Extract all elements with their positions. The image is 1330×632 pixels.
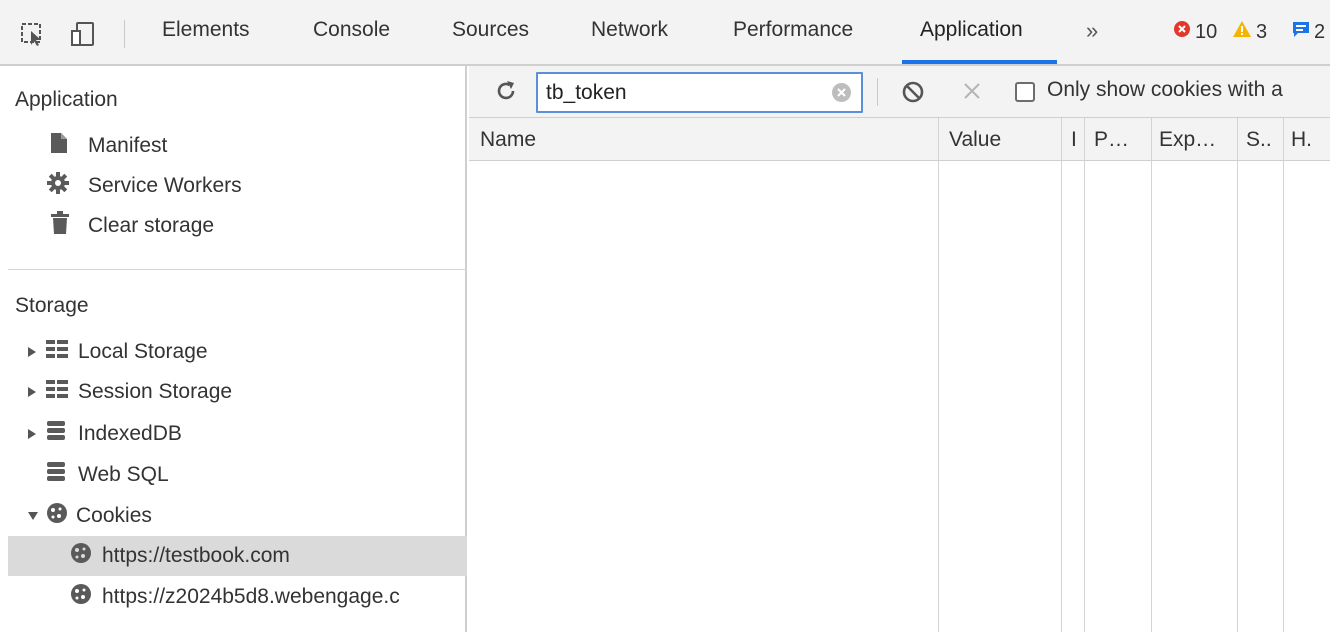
only-show-issues-label: Only show cookies with a: [1047, 78, 1283, 101]
only-show-issues-checkbox[interactable]: [1015, 82, 1035, 102]
cookie-icon: [70, 583, 102, 611]
storage-section-title: Storage: [15, 294, 89, 317]
sidebar-item-cookie-webengage[interactable]: https://z2024b5d8.webengage.c: [8, 577, 467, 617]
sidebar-item-label: Clear storage: [88, 214, 215, 237]
tab-sources[interactable]: Sources: [452, 18, 529, 42]
column-header-httponly[interactable]: H.: [1291, 128, 1312, 152]
filter-input[interactable]: [546, 79, 826, 107]
delete-selected-icon[interactable]: [962, 81, 982, 107]
sidebar-item-cookies[interactable]: Cookies: [8, 496, 467, 536]
sidebar-item-manifest[interactable]: Manifest: [8, 126, 467, 166]
filter-box: [536, 72, 863, 113]
sidebar-item-service-workers[interactable]: Service Workers: [8, 166, 467, 206]
column-header-size[interactable]: S..: [1246, 128, 1272, 152]
table-header: Name Value I P… Exp… S.. H.: [469, 118, 1330, 161]
warning-icon: [1232, 20, 1252, 44]
active-tab-indicator: [902, 60, 1057, 64]
message-count: 2: [1314, 20, 1326, 43]
sidebar-item-label: Manifest: [88, 134, 168, 157]
tab-console[interactable]: Console: [313, 18, 390, 42]
expand-arrow-icon[interactable]: [28, 347, 36, 357]
collapse-arrow-icon[interactable]: [28, 512, 38, 520]
expand-arrow-icon[interactable]: [28, 387, 36, 397]
sidebar-item-web-sql[interactable]: Web SQL: [8, 455, 467, 495]
database-icon: [46, 461, 78, 489]
cookie-icon: [70, 542, 102, 570]
sidebar-item-label: IndexedDB: [78, 422, 182, 445]
column-header-value[interactable]: Value: [949, 128, 1001, 152]
file-icon: [50, 132, 88, 160]
sidebar-item-clear-storage[interactable]: Clear storage: [8, 206, 467, 246]
cookie-icon: [46, 502, 76, 530]
sidebar-item-label: Session Storage: [78, 380, 233, 403]
section-divider: [8, 269, 467, 270]
sidebar-item-cookie-testbook[interactable]: https://testbook.com: [8, 536, 467, 576]
toolbar-separator: [124, 20, 125, 48]
error-count-badge[interactable]: 10: [1173, 20, 1217, 44]
application-section-title: Application: [15, 88, 118, 111]
sidebar-item-local-storage[interactable]: Local Storage: [8, 332, 467, 372]
column-divider[interactable]: [938, 118, 939, 632]
sidebar-item-session-storage[interactable]: Session Storage: [8, 372, 467, 412]
more-tabs-button[interactable]: »: [1086, 18, 1098, 44]
cookies-toolbar: Only show cookies with a: [469, 66, 1330, 118]
toolbar-separator: [877, 78, 878, 106]
gear-icon: [46, 171, 88, 201]
column-divider[interactable]: [1283, 118, 1284, 632]
table-icon: [46, 340, 78, 364]
sidebar-item-label: Web SQL: [78, 463, 169, 486]
expand-arrow-icon[interactable]: [28, 429, 36, 439]
column-divider[interactable]: [1084, 118, 1085, 632]
column-header-path[interactable]: P…: [1094, 128, 1129, 152]
cookies-table: Name Value I P… Exp… S.. H.: [469, 118, 1330, 632]
column-divider[interactable]: [1061, 118, 1062, 632]
clear-all-icon[interactable]: [901, 80, 925, 110]
devtools-tab-bar: Elements Console Sources Network Perform…: [0, 0, 1330, 66]
sidebar-item-label: https://testbook.com: [102, 544, 290, 567]
error-count: 10: [1195, 20, 1218, 43]
tab-application[interactable]: Application: [920, 18, 1023, 42]
column-header-domain[interactable]: I: [1071, 128, 1077, 152]
cookies-panel: Only show cookies with a Name Value I P……: [469, 66, 1330, 632]
column-divider[interactable]: [1237, 118, 1238, 632]
sidebar-item-label: Local Storage: [78, 340, 208, 363]
refresh-icon[interactable]: [494, 79, 518, 109]
tab-network[interactable]: Network: [591, 18, 668, 42]
application-sidebar: Application Manifest Service Workers Cle…: [0, 66, 467, 632]
warning-count-badge[interactable]: 3: [1232, 20, 1267, 44]
sidebar-item-label: Cookies: [76, 504, 152, 527]
sidebar-item-indexeddb[interactable]: IndexedDB: [8, 414, 467, 454]
tab-performance[interactable]: Performance: [733, 18, 853, 42]
message-icon: [1292, 20, 1310, 44]
database-icon: [46, 420, 78, 448]
warning-count: 3: [1256, 20, 1268, 43]
table-icon: [46, 380, 78, 404]
column-header-name[interactable]: Name: [480, 128, 536, 152]
inspect-element-icon[interactable]: [20, 21, 46, 47]
sidebar-item-label: Service Workers: [88, 174, 242, 197]
tab-elements[interactable]: Elements: [162, 18, 250, 42]
error-icon: [1173, 20, 1191, 44]
column-divider[interactable]: [1151, 118, 1152, 632]
clear-filter-icon[interactable]: [832, 83, 851, 102]
message-count-badge[interactable]: 2: [1292, 20, 1325, 44]
device-toolbar-icon[interactable]: [70, 21, 96, 47]
sidebar-item-label: https://z2024b5d8.webengage.c: [102, 585, 400, 608]
column-header-expires[interactable]: Exp…: [1159, 128, 1216, 152]
trash-icon: [50, 211, 88, 241]
